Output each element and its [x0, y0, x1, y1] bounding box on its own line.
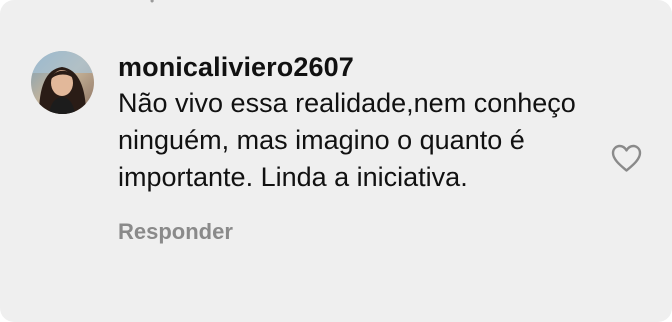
comment-username[interactable]: monicaliviero2607 — [118, 50, 598, 84]
avatar-image — [31, 51, 94, 114]
truncated-content-indicator: • — [150, 0, 155, 8]
avatar[interactable] — [31, 51, 94, 114]
reply-button[interactable]: Responder — [118, 219, 233, 245]
comment-body: monicaliviero2607 Não vivo essa realidad… — [118, 50, 598, 245]
comment-card: • monicaliviero2607 Não vivo essa realid… — [0, 0, 672, 322]
like-button[interactable] — [610, 143, 643, 173]
comment-text: Não vivo essa realidade,nem conheço ning… — [118, 88, 576, 192]
heart-outline-icon — [611, 144, 642, 172]
